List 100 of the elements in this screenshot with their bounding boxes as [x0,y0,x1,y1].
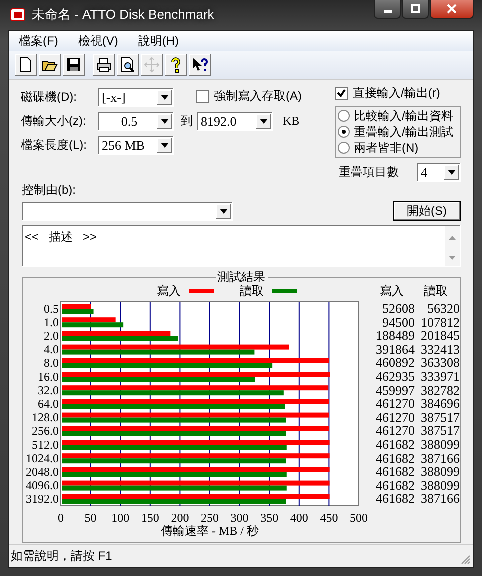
minimize-button[interactable] [374,0,401,19]
drive-dropdown[interactable]: [-x-] [98,88,174,107]
category-label: 1024.0 [26,451,59,466]
toolbar-button[interactable] [165,54,187,76]
write-value: 461270 [375,410,415,424]
checkbox-label: 直接輸入/輸出(r) [353,85,440,102]
legend-label: 讀取 [240,283,264,300]
close-icon [447,4,457,14]
maximize-button[interactable] [402,0,429,19]
window-title: 未命名 - ATTO Disk Benchmark [32,6,214,24]
write-value: 461682 [375,438,415,452]
description-text: << 描述 >> [24,229,98,246]
axis-tick-label: 250 [201,511,219,525]
resize-grip-icon[interactable] [461,555,471,565]
category-label: 3192.0 [26,492,59,506]
radio-label: 比較輸入/輸出資料 [354,108,454,124]
toolbar-button[interactable] [189,54,211,76]
close-button[interactable] [430,0,474,19]
radio-button[interactable] [338,126,350,138]
controlled-by-dropdown[interactable] [22,202,233,220]
toolbar-button[interactable] [39,54,61,76]
toolbar-button[interactable] [15,54,37,76]
checkbox[interactable] [196,90,209,103]
category-label: 8.0 [44,356,59,370]
category-label: 512.0 [32,438,59,452]
category-label: 32.0 [38,383,59,398]
toolbar-button[interactable] [117,54,139,76]
results-title: 測試結果 [216,270,268,284]
move-arrows-icon [144,57,160,73]
radio-label: 兩者皆非(N) [354,140,419,156]
write-value: 188489 [375,329,415,343]
read-value: 384696 [420,397,460,411]
write-bar [62,318,116,323]
scroll-down-icon[interactable] [449,256,456,260]
read-value: 387517 [420,424,460,438]
read-value: 388099 [420,438,460,452]
toolbar-button[interactable] [63,54,85,76]
print-preview-icon [120,57,136,73]
dropdown-arrow-icon [160,143,168,148]
toolbar-button[interactable] [93,54,115,76]
axis-tick-label: 150 [141,511,160,525]
queue-depth-dropdown[interactable]: 4 [417,163,461,182]
controlled-by-label: 控制由(b): [22,182,77,199]
start-button[interactable]: 開始(S) [393,201,461,221]
category-label: 1.0 [44,315,59,330]
category-label: 128.0 [32,410,59,425]
axis-tick-label: 450 [320,511,338,525]
radio-button[interactable] [338,110,350,122]
category-label: 2.0 [44,329,59,343]
column-header: 讀取 [424,282,448,300]
transfer-from-dropdown[interactable]: 0.5 [98,112,174,131]
axis-tick-label: 400 [290,511,308,525]
category-label: 256.0 [32,424,59,438]
file-length-label: 檔案長度(L): [21,137,88,154]
write-value: 461682 [375,452,415,466]
drive-label: 磁碟機(D): [21,89,78,106]
dropdown-arrow-icon [220,208,228,214]
axis-tick-label: 100 [112,511,130,525]
file-length-dropdown[interactable]: 256 MB [98,136,174,155]
new-document-icon [18,57,34,73]
write-value: 391864 [375,342,415,356]
checkbox[interactable] [335,87,348,100]
dropdown-arrow-icon [260,119,268,124]
scrollbar[interactable] [445,226,460,266]
status-text: 如需說明，請按 F1 [11,548,112,564]
checkbox-label: 強制寫入存取(A) [214,88,302,105]
axis-tick-label: 500 [350,511,368,525]
write-value: 460892 [375,356,415,370]
read-value: 387517 [420,410,460,424]
write-bar [62,304,92,309]
category-label: 4096.0 [26,478,59,493]
dropdown-arrow-icon [448,170,456,175]
to-label: 到 [181,113,193,130]
menu-item[interactable]: 說明(H) [136,33,181,51]
write-value: 461270 [375,424,415,438]
write-value: 461682 [375,478,415,492]
read-value: 387166 [420,452,460,466]
write-value: 461270 [375,397,415,411]
read-bar [62,309,94,314]
menu-item[interactable]: 檢視(V) [76,33,120,51]
read-bar [62,322,124,328]
read-value: 56320 [426,302,460,316]
write-value: 461682 [375,492,415,506]
axis-tick-label: 50 [84,511,97,525]
description-box[interactable]: << 描述 >> [22,225,461,267]
read-value: 333971 [420,370,460,384]
maximize-icon [410,4,420,14]
write-value: 461682 [375,465,415,479]
axis-tick-label: 300 [230,511,249,525]
read-value: 387166 [420,492,460,506]
write-value: 52608 [382,302,415,316]
read-value: 388099 [420,465,460,479]
radio-button[interactable] [338,142,350,154]
axis-tick-label: 200 [171,511,190,525]
app-icon [10,7,26,23]
menu-item[interactable]: 檔案(F) [17,33,60,51]
scroll-up-icon[interactable] [449,236,456,240]
axis-tick-label: 0 [58,511,64,525]
transfer-to-dropdown[interactable]: 8192.0 [197,112,273,131]
category-label: 64.0 [38,397,59,411]
